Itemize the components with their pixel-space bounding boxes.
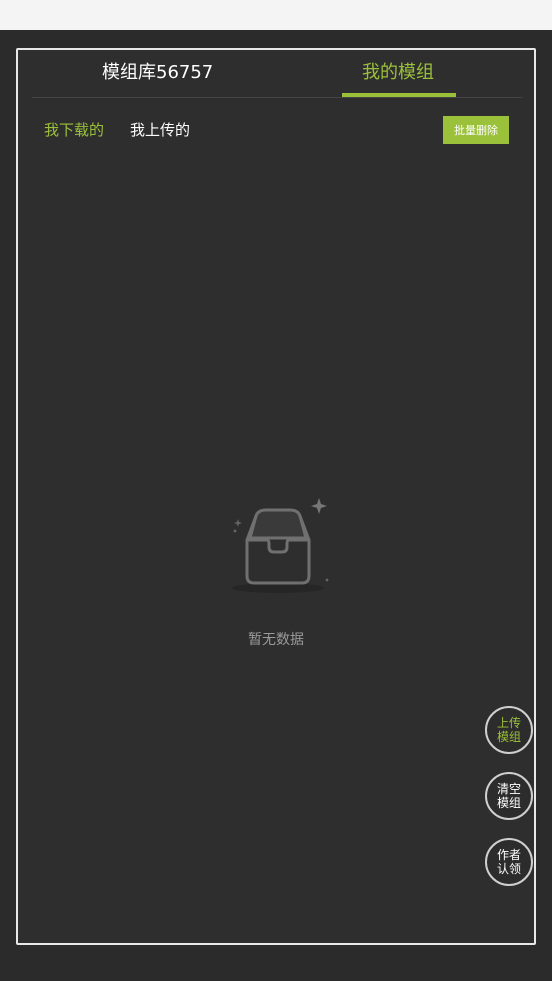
upload-mod-label-line1: 上传	[496, 716, 521, 730]
status-bar	[0, 0, 552, 30]
tab-divider	[32, 97, 522, 98]
tab-my-mods[interactable]: 我的模组	[362, 60, 434, 86]
clear-mods-button[interactable]: 清空 模组	[485, 772, 533, 820]
batch-delete-button[interactable]: 批量删除	[443, 116, 509, 144]
subtab-uploaded[interactable]: 我上传的	[130, 119, 190, 141]
upload-mod-button[interactable]: 上传 模组	[485, 706, 533, 754]
author-claim-label-line2: 认领	[496, 862, 521, 876]
subtab-downloaded[interactable]: 我下载的	[44, 119, 104, 141]
clear-mods-label-line1: 清空	[496, 782, 521, 796]
upload-mod-label-line2: 模组	[496, 730, 521, 744]
tab-mod-library[interactable]: 模组库56757	[102, 60, 213, 86]
empty-inbox-icon	[226, 498, 330, 600]
author-claim-label-line1: 作者	[496, 848, 521, 862]
clear-mods-label-line2: 模组	[496, 796, 521, 810]
tab-bar: 模组库56757 我的模组	[18, 50, 534, 98]
empty-state-text: 暂无数据	[248, 632, 304, 648]
author-claim-button[interactable]: 作者 认领	[485, 838, 533, 886]
mod-panel: 模组库56757 我的模组 我下载的 我上传的 批量删除 暂无数据 上传 模组 …	[16, 48, 536, 945]
